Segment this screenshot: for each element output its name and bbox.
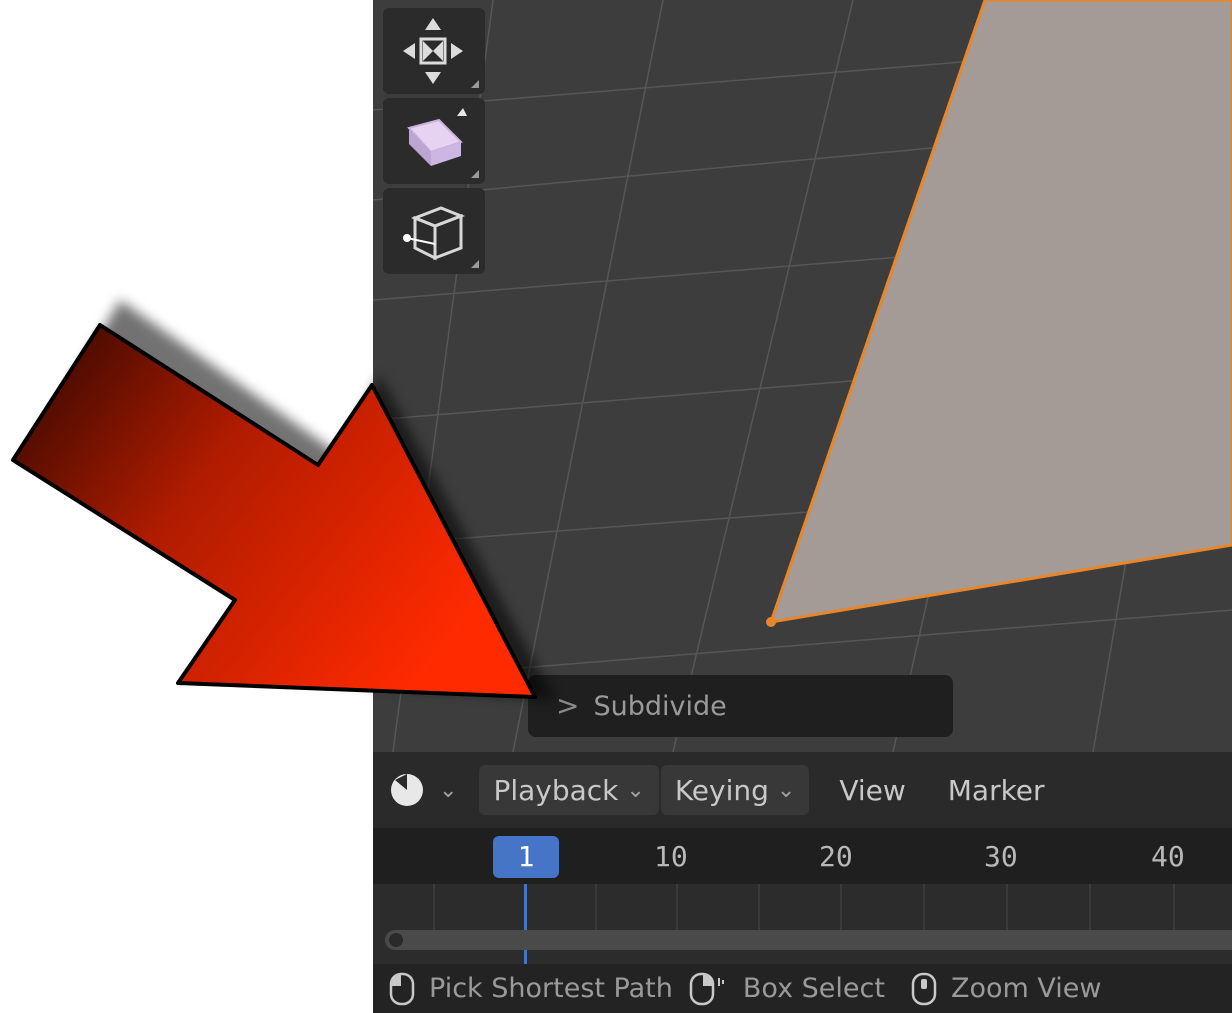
arrow-shape <box>11 323 537 699</box>
annotation-arrow <box>11 300 555 700</box>
